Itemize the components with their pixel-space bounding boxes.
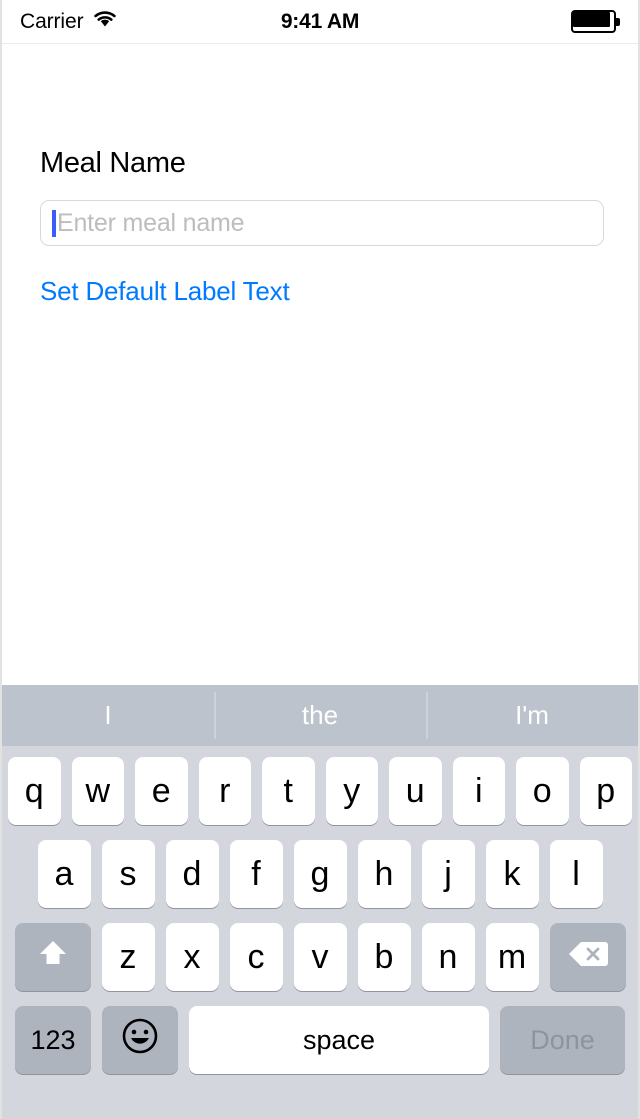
key-a[interactable]: a bbox=[37, 840, 91, 908]
prediction-candidate[interactable]: I'm bbox=[426, 685, 638, 746]
key-h[interactable]: h bbox=[357, 840, 411, 908]
status-bar: Carrier 9:41 AM bbox=[2, 0, 638, 44]
set-default-label-text-button[interactable]: Set Default Label Text bbox=[40, 276, 290, 307]
shift-arrow-icon bbox=[36, 937, 70, 978]
keyboard-row-1: q w e r t y u i o p bbox=[8, 757, 632, 825]
keyboard-row-3: z x c v b n m bbox=[8, 923, 632, 991]
key-o[interactable]: o bbox=[516, 757, 569, 825]
key-r[interactable]: r bbox=[198, 757, 251, 825]
carrier-label: Carrier bbox=[20, 9, 84, 33]
meal-name-placeholder: Enter meal name bbox=[57, 208, 245, 237]
backspace-key[interactable] bbox=[549, 923, 626, 991]
key-q[interactable]: q bbox=[8, 757, 61, 825]
shift-key[interactable] bbox=[14, 923, 91, 991]
emoji-key[interactable] bbox=[102, 1006, 178, 1074]
wifi-icon bbox=[92, 9, 118, 34]
key-m[interactable]: m bbox=[485, 923, 539, 991]
keyboard-row-4: 123 space Done bbox=[8, 1006, 632, 1074]
iphone-simulator-screen: Carrier 9:41 AM Meal Name Enter meal nam… bbox=[0, 0, 640, 1119]
key-t[interactable]: t bbox=[262, 757, 315, 825]
key-f[interactable]: f bbox=[229, 840, 283, 908]
key-s[interactable]: s bbox=[101, 840, 155, 908]
prediction-candidate[interactable]: the bbox=[214, 685, 426, 746]
emoji-smiley-icon bbox=[121, 1017, 159, 1064]
key-x[interactable]: x bbox=[165, 923, 219, 991]
page-title: Meal Name bbox=[40, 147, 186, 179]
status-bar-left: Carrier bbox=[20, 9, 200, 34]
key-n[interactable]: n bbox=[421, 923, 475, 991]
key-e[interactable]: e bbox=[135, 757, 188, 825]
key-b[interactable]: b bbox=[357, 923, 411, 991]
predictive-text-bar: I the I'm bbox=[2, 685, 638, 746]
key-d[interactable]: d bbox=[165, 840, 219, 908]
status-bar-clock: 9:41 AM bbox=[280, 9, 360, 33]
key-i[interactable]: i bbox=[452, 757, 505, 825]
done-key[interactable]: Done bbox=[500, 1006, 625, 1074]
software-keyboard: I the I'm q w e r t y u i o p a s d f g … bbox=[2, 685, 638, 1119]
battery-full-icon bbox=[571, 10, 620, 33]
meal-name-input[interactable]: Enter meal name bbox=[40, 200, 604, 246]
key-u[interactable]: u bbox=[389, 757, 442, 825]
numbers-key[interactable]: 123 bbox=[15, 1006, 91, 1074]
key-c[interactable]: c bbox=[229, 923, 283, 991]
status-bar-right bbox=[440, 10, 620, 33]
text-caret bbox=[52, 209, 56, 237]
keyboard-row-2: a s d f g h j k l bbox=[8, 840, 632, 908]
key-w[interactable]: w bbox=[71, 757, 124, 825]
key-j[interactable]: j bbox=[421, 840, 475, 908]
key-l[interactable]: l bbox=[549, 840, 603, 908]
key-y[interactable]: y bbox=[325, 757, 378, 825]
form-content: Meal Name Enter meal name Set Default La… bbox=[2, 44, 638, 685]
key-v[interactable]: v bbox=[293, 923, 347, 991]
prediction-candidate[interactable]: I bbox=[2, 685, 214, 746]
keyboard-rows: q w e r t y u i o p a s d f g h j k l z … bbox=[2, 746, 638, 1080]
key-z[interactable]: z bbox=[101, 923, 155, 991]
backspace-icon bbox=[568, 938, 608, 977]
key-p[interactable]: p bbox=[579, 757, 632, 825]
space-key[interactable]: space bbox=[189, 1006, 489, 1074]
key-k[interactable]: k bbox=[485, 840, 539, 908]
key-g[interactable]: g bbox=[293, 840, 347, 908]
